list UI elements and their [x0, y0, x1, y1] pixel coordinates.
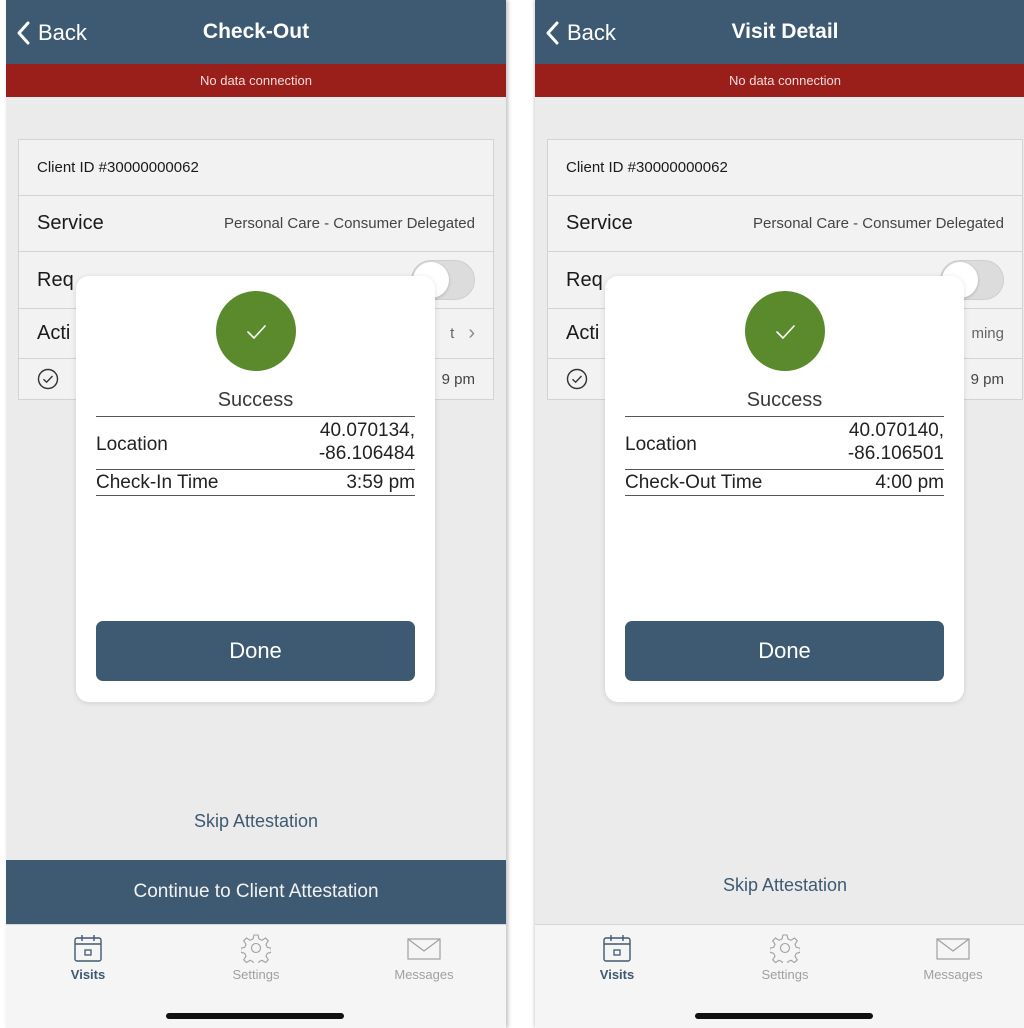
location-value: 40.070140, -86.106501 [848, 417, 944, 469]
time-label: Check-Out Time [625, 472, 763, 493]
client-id-row: Client ID #30000000062 [19, 140, 493, 196]
success-badge [216, 291, 296, 371]
time-label: Check-In Time [96, 472, 219, 493]
chevron-left-icon [546, 21, 559, 45]
tab-visits-label: Visits [70, 967, 106, 982]
location-label: Location [96, 434, 168, 455]
activity-label: Acti [37, 322, 71, 344]
tab-settings-label: Settings [761, 967, 809, 982]
time-row: Check-In Time 3:59 pm [96, 470, 415, 496]
done-button[interactable]: Done [625, 621, 944, 681]
tab-messages[interactable]: Messages [364, 933, 484, 982]
tab-visits[interactable]: Visits [28, 933, 148, 982]
request-qr-label: Req [37, 268, 74, 291]
success-dialog: Success Location 40.070140, -86.106501 C… [605, 276, 964, 702]
gear-icon [770, 934, 800, 963]
check-circle-icon [566, 368, 588, 390]
success-badge [745, 291, 825, 371]
tab-messages-label: Messages [394, 967, 454, 982]
service-row: Service Personal Care - Consumer Delegat… [19, 196, 493, 252]
tab-settings[interactable]: Settings [725, 933, 845, 982]
check-circle-icon [37, 368, 59, 390]
location-row: Location 40.070134, -86.106484 [96, 417, 415, 470]
tab-messages-label: Messages [923, 967, 983, 982]
envelope-icon [407, 938, 441, 960]
tab-visits[interactable]: Visits [557, 933, 677, 982]
success-title: Success [217, 389, 294, 411]
done-button[interactable]: Done [96, 621, 415, 681]
location-row: Location 40.070140, -86.106501 [625, 417, 944, 470]
tab-settings[interactable]: Settings [196, 933, 316, 982]
time-row: Check-Out Time 4:00 pm [625, 470, 944, 496]
activity-value: t [450, 325, 455, 342]
location-label: Location [625, 434, 697, 455]
attestation-time: 9 pm [441, 370, 475, 388]
result-details: Location 40.070134, -86.106484 Check-In … [96, 416, 415, 496]
skip-attestation-link[interactable]: Skip Attestation [535, 875, 1024, 896]
success-dialog: Success Location 40.070134, -86.106484 C… [76, 276, 435, 702]
back-button[interactable]: Back [545, 18, 616, 48]
service-label: Service [566, 212, 633, 234]
back-label: Back [567, 20, 616, 45]
home-indicator [166, 1013, 344, 1019]
envelope-icon [936, 938, 970, 960]
time-value: 4:00 pm [875, 472, 944, 493]
chevron-left-icon [17, 21, 30, 45]
activity-value: ming [971, 325, 1004, 342]
nav-bar: Back Check-Out [6, 0, 506, 64]
request-qr-label: Req [566, 268, 603, 291]
location-value: 40.070134, -86.106484 [319, 417, 415, 469]
service-row: Service Personal Care - Consumer Delegat… [548, 196, 1022, 252]
home-indicator [695, 1013, 873, 1019]
gear-icon [241, 934, 271, 963]
checkmark-icon [776, 325, 795, 339]
longitude: -86.106484 [318, 443, 415, 464]
checkmark-icon [247, 325, 266, 339]
success-title: Success [746, 389, 823, 411]
offline-banner: No data connection [535, 64, 1024, 97]
client-id: Client ID #30000000062 [566, 159, 728, 176]
back-label: Back [38, 20, 87, 45]
check-out-screen: Back Check-Out No data connection Client… [6, 0, 506, 1028]
client-id: Client ID #30000000062 [37, 159, 199, 176]
back-button[interactable]: Back [16, 18, 87, 48]
offline-banner: No data connection [6, 64, 506, 97]
tab-visits-label: Visits [599, 967, 635, 982]
result-details: Location 40.070140, -86.106501 Check-Out… [625, 416, 944, 496]
attestation-time: 9 pm [970, 370, 1004, 388]
activity-label: Acti [566, 322, 600, 344]
tab-messages[interactable]: Messages [893, 933, 1013, 982]
service-value: Personal Care - Consumer Delegated [753, 215, 1004, 232]
skip-attestation-link[interactable]: Skip Attestation [6, 811, 506, 832]
nav-bar: Back Visit Detail [535, 0, 1024, 64]
continue-attestation-button[interactable]: Continue to Client Attestation [6, 860, 506, 924]
longitude: -86.106501 [847, 443, 944, 464]
tab-settings-label: Settings [232, 967, 280, 982]
client-id-row: Client ID #30000000062 [548, 140, 1022, 196]
service-value: Personal Care - Consumer Delegated [224, 215, 475, 232]
service-label: Service [37, 212, 104, 234]
chevron-right-icon: › [468, 322, 475, 344]
calendar-icon [603, 935, 631, 962]
visit-detail-screen: Back Visit Detail No data connection Cli… [535, 0, 1024, 1028]
latitude: 40.070134, [319, 420, 415, 441]
latitude: 40.070140, [848, 420, 944, 441]
time-value: 3:59 pm [346, 472, 415, 493]
calendar-icon [74, 935, 102, 962]
